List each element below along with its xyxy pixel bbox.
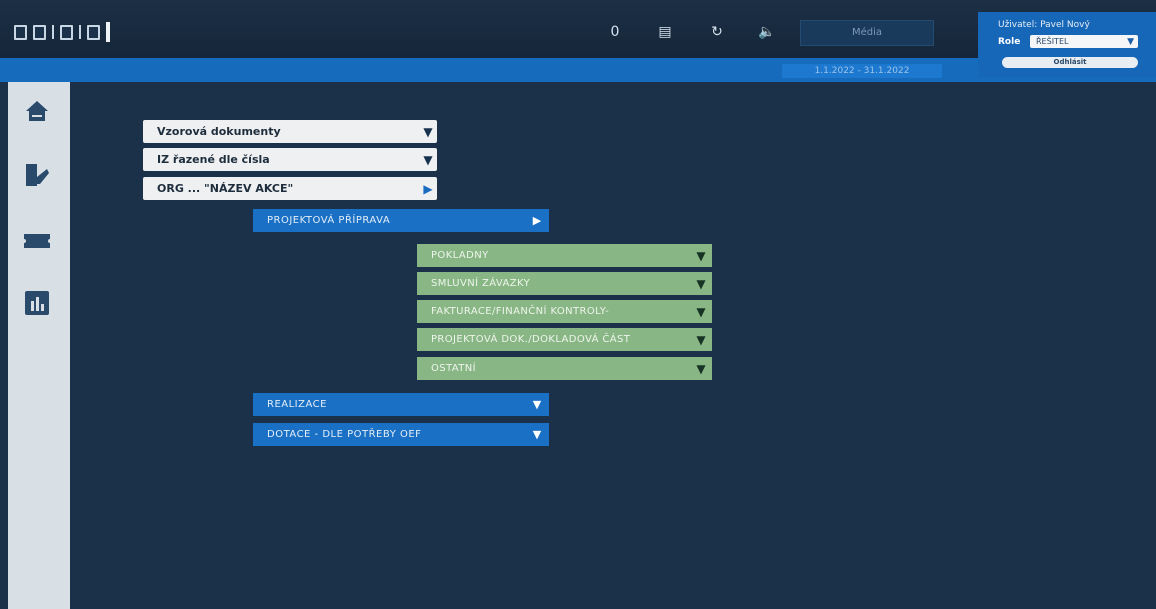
user-panel: Uživatel: Pavel Nový Role ŘEŠITEL ▼ Odhl… — [978, 12, 1156, 78]
menu-label: PROJEKTOVÁ PŘÍPRAVA — [267, 215, 391, 226]
chevron-down-icon: ▼ — [696, 304, 706, 319]
select-label: Vzorová dokumenty — [157, 125, 281, 138]
home-icon[interactable] — [22, 96, 52, 126]
submenu-label: POKLADNY — [431, 250, 489, 261]
menu-dotace[interactable]: DOTACE - DLE POTŘEBY OEF ▼ — [253, 423, 549, 446]
media-field[interactable]: Média — [800, 20, 934, 46]
role-select[interactable]: ŘEŠITEL ▼ — [1030, 35, 1138, 48]
iz-sort-select[interactable]: IZ řazené dle čísla ▼ — [143, 148, 437, 171]
submenu-label: PROJEKTOVÁ DOK./DOKLADOVÁ ČÁST — [431, 334, 631, 345]
role-label: Role — [998, 37, 1021, 47]
select-label: IZ řazené dle čísla — [157, 153, 270, 166]
app-logo — [14, 22, 110, 42]
chevron-down-icon: ▼ — [532, 398, 542, 411]
org-action-select[interactable]: ORG ... "NÁZEV AKCE" ▶ — [143, 177, 437, 200]
counter-badge[interactable]: 0 — [606, 23, 624, 41]
chevron-down-icon: ▼ — [696, 361, 706, 376]
submenu-label: OSTATNÍ — [431, 363, 476, 374]
menu-label: DOTACE - DLE POTŘEBY OEF — [267, 429, 422, 440]
chevron-down-icon: ▼ — [423, 124, 433, 139]
select-label: ORG ... "NÁZEV AKCE" — [157, 182, 294, 195]
logout-button[interactable]: Odhlásit — [1002, 57, 1138, 68]
chevron-down-icon: ▼ — [696, 332, 706, 347]
submenu-smluvni-zavazky[interactable]: SMLUVNÍ ZÁVAZKY ▼ — [417, 272, 712, 295]
user-name: Uživatel: Pavel Nový — [998, 20, 1090, 30]
sound-icon[interactable]: 🔈 — [758, 23, 776, 41]
refresh-icon[interactable]: ↻ — [708, 23, 726, 41]
template-documents-select[interactable]: Vzorová dokumenty ▼ — [143, 120, 437, 143]
chevron-down-icon: ▼ — [423, 152, 433, 167]
menu-label: REALIZACE — [267, 399, 327, 410]
ticket-icon[interactable] — [22, 226, 52, 256]
role-value: ŘEŠITEL — [1036, 37, 1069, 46]
submenu-fakturace[interactable]: FAKTURACE/FINANČNÍ KONTROLY- ▼ — [417, 300, 712, 323]
date-range: 1.1.2022 - 31.1.2022 — [782, 64, 942, 78]
menu-realizace[interactable]: REALIZACE ▼ — [253, 393, 549, 416]
chart-icon[interactable] — [22, 288, 52, 318]
submenu-pokladny[interactable]: POKLADNY ▼ — [417, 244, 712, 267]
submenu-label: SMLUVNÍ ZÁVAZKY — [431, 278, 531, 289]
chevron-right-icon: ▶ — [532, 214, 542, 227]
chevron-right-icon: ▶ — [423, 181, 433, 196]
documents-icon[interactable] — [22, 160, 52, 190]
sidebar — [8, 82, 70, 609]
chevron-down-icon: ▼ — [696, 248, 706, 263]
chevron-down-icon: ▼ — [1127, 36, 1134, 47]
list-icon[interactable]: ▤ — [656, 23, 674, 41]
chevron-down-icon: ▼ — [532, 428, 542, 441]
menu-projektova-priprava[interactable]: PROJEKTOVÁ PŘÍPRAVA ▶ — [253, 209, 549, 232]
submenu-ostatni[interactable]: OSTATNÍ ▼ — [417, 357, 712, 380]
submenu-projektova-dok[interactable]: PROJEKTOVÁ DOK./DOKLADOVÁ ČÁST ▼ — [417, 328, 712, 351]
chevron-down-icon: ▼ — [696, 276, 706, 291]
submenu-label: FAKTURACE/FINANČNÍ KONTROLY- — [431, 306, 610, 317]
